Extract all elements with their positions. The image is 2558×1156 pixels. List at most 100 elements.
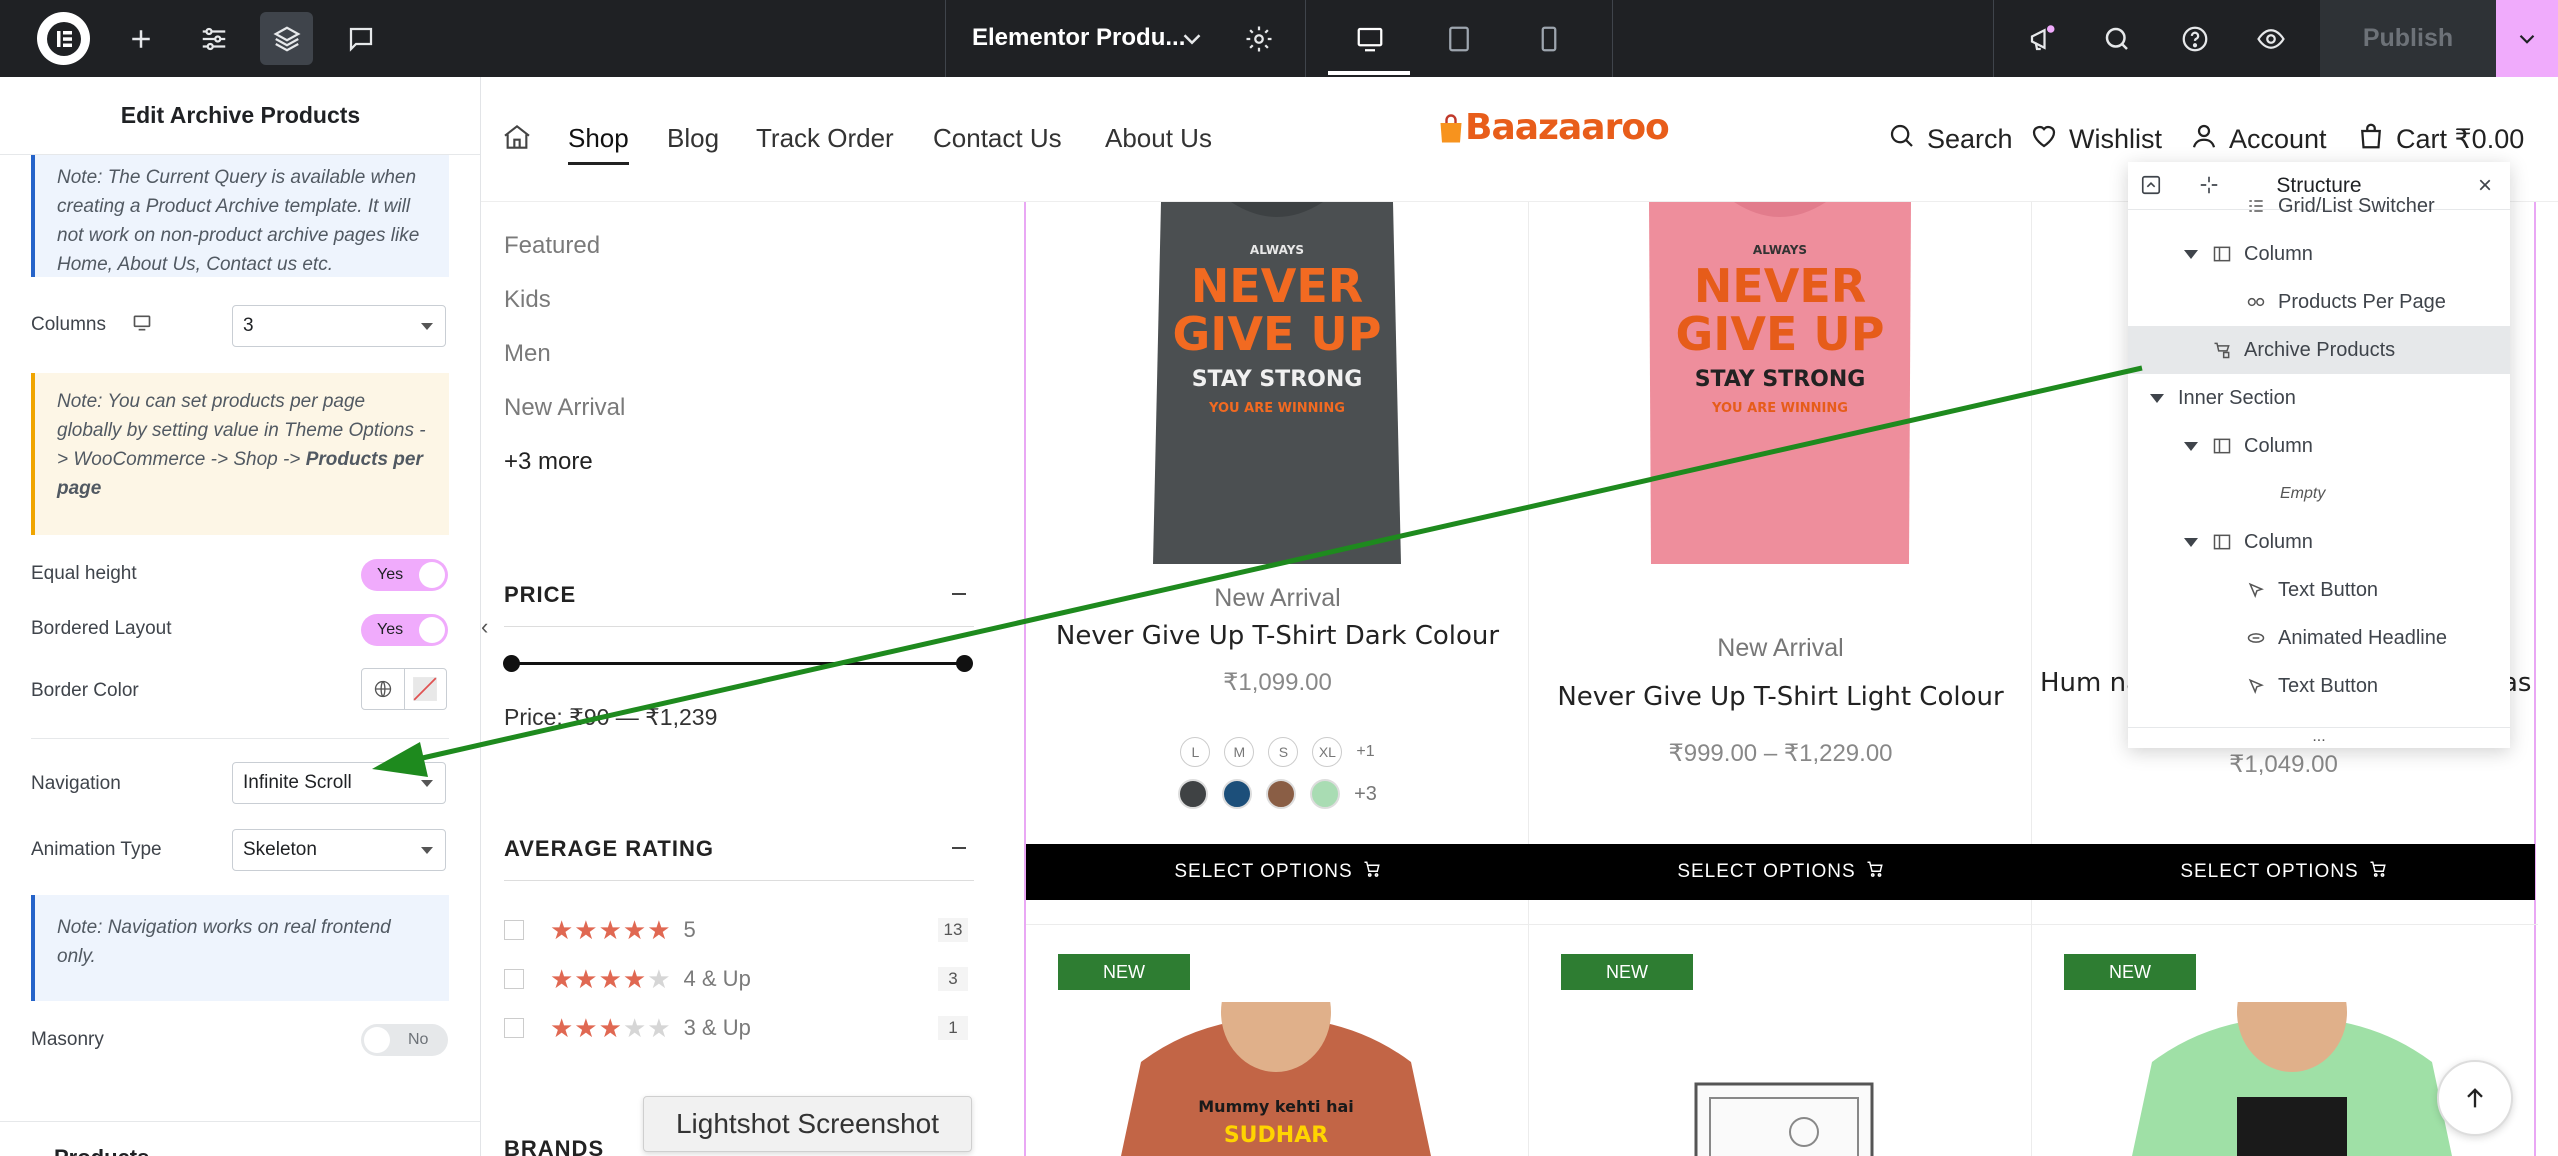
tshirt-rust-image[interactable]: Mummy kehti hai SUDHAR — [1121, 1002, 1431, 1156]
price-slider-track[interactable] — [511, 662, 965, 665]
tshirt-dark-image[interactable]: ALWAYS NEVER GIVE UP STAY STRONG YOU ARE… — [1101, 202, 1453, 564]
product-card[interactable]: ALWAYS NEVER GIVE UP STAY STRONG YOU ARE… — [1026, 202, 1529, 1156]
size-option[interactable]: L — [1180, 737, 1211, 767]
structure-item-empty[interactable]: Empty — [2128, 470, 2510, 518]
tshirt-light-image[interactable]: ALWAYS NEVER GIVE UP STAY STRONG YOU ARE… — [1604, 202, 1956, 564]
category-featured[interactable]: Featured — [504, 232, 600, 260]
header-cart[interactable]: Cart ₹0.00 — [2356, 121, 2524, 158]
header-wishlist[interactable]: Wishlist — [2029, 121, 2162, 158]
select-options-button[interactable]: SELECT OPTIONS — [1529, 844, 2032, 900]
structure-item-products-per-page[interactable]: Products Per Page — [2128, 278, 2510, 326]
rating-4-checkbox[interactable] — [504, 969, 524, 989]
size-option[interactable]: XL — [1312, 737, 1343, 767]
category-men[interactable]: Men — [504, 340, 551, 368]
collapse-panel-chevron-icon[interactable]: ‹ — [481, 614, 501, 644]
publish-button[interactable]: Publish — [2320, 0, 2496, 77]
color-swatch[interactable] — [1310, 779, 1341, 809]
product-card[interactable]: ALWAYS NEVER GIVE UP STAY STRONG YOU ARE… — [1529, 202, 2032, 1156]
chevron-down-icon[interactable] — [1167, 14, 1217, 64]
structure-item-column[interactable]: Column — [2128, 230, 2510, 278]
add-element-icon[interactable] — [114, 12, 167, 65]
color-picker-swatch-icon[interactable] — [405, 669, 447, 709]
structure-item-column[interactable]: Column — [2128, 518, 2510, 566]
price-collapse-minus-icon[interactable] — [952, 593, 966, 595]
rating-row-5[interactable]: ★★★★★ 5 — [504, 915, 696, 945]
select-options-button[interactable]: SELECT OPTIONS — [1026, 844, 1529, 900]
rating-row-4[interactable]: ★★★★★ 4 & Up — [504, 964, 751, 994]
product-category[interactable]: New Arrival — [1026, 584, 1529, 613]
caret-down-icon[interactable] — [2150, 393, 2164, 403]
elementor-logo-icon[interactable] — [37, 12, 90, 65]
columns-select[interactable]: 3 — [232, 305, 446, 347]
structure-item-grid-list-switcher[interactable]: Grid/List Switcher — [2128, 182, 2510, 230]
price-filter-title[interactable]: PRICE — [504, 582, 576, 608]
category-kids[interactable]: Kids — [504, 286, 551, 314]
responsive-desktop-icon[interactable] — [132, 313, 152, 333]
preview-eye-icon[interactable] — [2244, 12, 2297, 65]
nav-contact-us[interactable]: Contact Us — [933, 123, 1062, 154]
nav-about-us[interactable]: About Us — [1105, 123, 1212, 154]
animation-type-select[interactable]: Skeleton — [232, 829, 446, 871]
size-option[interactable]: S — [1268, 737, 1299, 767]
size-option[interactable]: M — [1224, 737, 1255, 767]
global-colors-icon[interactable] — [362, 669, 405, 709]
categories-more-link[interactable]: +3 more — [504, 448, 593, 476]
rating-3-checkbox[interactable] — [504, 1018, 524, 1038]
product-title[interactable]: Never Give Up T-Shirt Light Colour — [1529, 682, 2032, 712]
rating-filter-title[interactable]: AVERAGE RATING — [504, 836, 714, 862]
site-settings-icon[interactable] — [187, 12, 240, 65]
structure-item-text-button[interactable]: Text Button — [2128, 662, 2510, 710]
rating-5-checkbox[interactable] — [504, 920, 524, 940]
equal-height-toggle[interactable]: Yes — [361, 559, 448, 591]
products-section-toggle[interactable]: Products — [54, 1145, 149, 1156]
sizes-more[interactable]: +1 — [1356, 743, 1374, 761]
placeholder-image-icon[interactable] — [1694, 1082, 1874, 1156]
brand-logo-text[interactable]: Baazaaroo — [1465, 107, 1670, 148]
structure-item-inner-section[interactable]: Inner Section — [2128, 374, 2510, 422]
desktop-view-icon[interactable] — [1343, 12, 1396, 65]
caret-down-icon[interactable] — [2184, 249, 2198, 259]
bordered-layout-toggle[interactable]: Yes — [361, 614, 448, 646]
navigation-select[interactable]: Infinite Scroll — [232, 762, 446, 804]
rating-collapse-minus-icon[interactable] — [952, 847, 966, 849]
structure-item-text-button[interactable]: Text Button — [2128, 566, 2510, 614]
structure-layers-icon[interactable] — [260, 12, 313, 65]
notifications-megaphone-icon[interactable] — [2015, 12, 2068, 65]
caret-down-icon[interactable] — [2184, 537, 2198, 547]
tshirt-mint-image[interactable] — [2132, 1002, 2452, 1156]
color-swatch[interactable] — [1222, 779, 1253, 809]
brands-filter-title[interactable]: BRANDS — [504, 1136, 604, 1156]
page-settings-gear-icon[interactable] — [1232, 12, 1285, 65]
search-icon[interactable] — [2090, 12, 2143, 65]
price-slider-min-handle[interactable] — [503, 655, 520, 672]
rating-row-3[interactable]: ★★★★★ 3 & Up — [504, 1013, 751, 1043]
nav-shop[interactable]: Shop — [568, 123, 629, 154]
select-options-button[interactable]: SELECT OPTIONS — [2032, 844, 2535, 900]
publish-options-chevron-icon[interactable] — [2496, 0, 2558, 77]
product-title[interactable]: Never Give Up T-Shirt Dark Colour — [1026, 621, 1529, 651]
scroll-to-top-button[interactable] — [2437, 1060, 2513, 1136]
color-swatch[interactable] — [1178, 779, 1209, 809]
help-icon[interactable] — [2168, 12, 2221, 65]
caret-down-icon[interactable] — [2184, 441, 2198, 451]
header-account[interactable]: Account — [2189, 121, 2327, 158]
price-slider-max-handle[interactable] — [956, 655, 973, 672]
swatches-more[interactable]: +3 — [1354, 783, 1377, 806]
color-swatch[interactable] — [1266, 779, 1297, 809]
tablet-view-icon[interactable] — [1432, 12, 1485, 65]
structure-item-column[interactable]: Column — [2128, 422, 2510, 470]
product-category[interactable]: New Arrival — [1529, 634, 2032, 663]
header-search[interactable]: Search — [1887, 121, 2013, 158]
comments-icon[interactable] — [334, 12, 387, 65]
nav-blog[interactable]: Blog — [667, 123, 719, 154]
product-title[interactable]: Hum na — [2040, 668, 2142, 698]
nav-track-order[interactable]: Track Order — [756, 123, 894, 154]
mobile-view-icon[interactable] — [1522, 12, 1575, 65]
structure-more[interactable]: ... — [2128, 727, 2510, 748]
home-icon[interactable] — [501, 121, 533, 153]
structure-item-archive-products[interactable]: Archive Products — [2128, 326, 2510, 374]
category-new-arrival[interactable]: New Arrival — [504, 394, 625, 422]
document-title[interactable]: Elementor Produ... — [972, 24, 1185, 52]
structure-item-animated-headline[interactable]: Animated Headline — [2128, 614, 2510, 662]
masonry-toggle[interactable]: No — [361, 1024, 448, 1056]
